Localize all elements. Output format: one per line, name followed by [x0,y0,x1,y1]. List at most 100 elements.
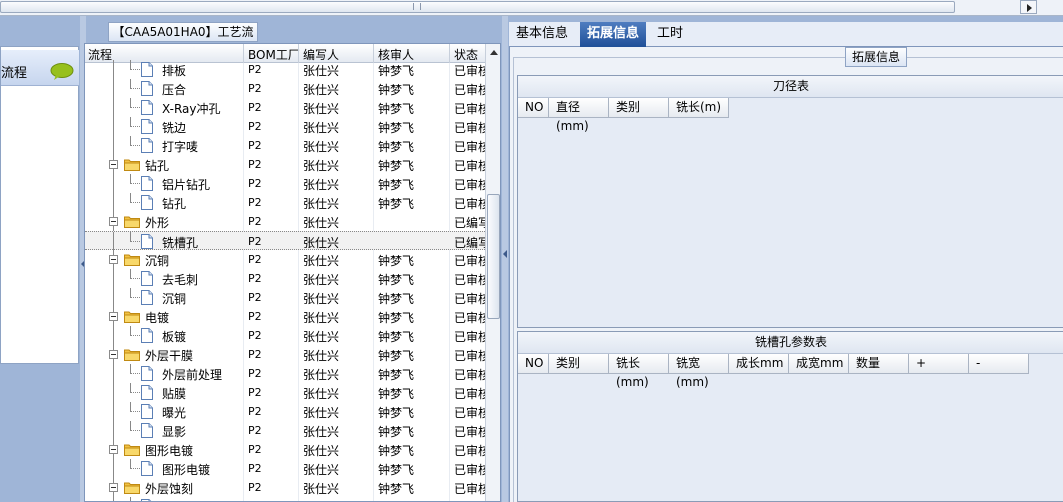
file-icon [141,234,153,249]
bom-factory-cell: P2 [248,235,262,248]
expander-minus-icon[interactable] [109,445,118,454]
reviewer-cell: 钟梦飞 [378,64,415,78]
writer-cell: 张仕兴 [303,330,340,344]
tree-node-label: 压合 [162,83,187,97]
slot-col-category[interactable]: 类别 [549,354,609,374]
tree-row[interactable]: 电镀 P2 张仕兴 钟梦飞 已审核 [85,307,485,326]
tool-diameter-table: 刀径表 NO 直径(mm) 类别 铣长(m) [517,75,1063,328]
tool-col-diameter[interactable]: 直径(mm) [549,98,609,133]
slot-col-final-width[interactable]: 成宽mm [789,354,849,374]
tree-row[interactable]: 板镀 P2 张仕兴 钟梦飞 已审核 [85,326,485,345]
collapse-arrow-icon[interactable] [503,250,507,258]
bom-factory-cell: P2 [248,196,262,209]
top-scrollbar[interactable] [0,0,1063,16]
tree-scrollbar-thumb[interactable] [487,194,500,319]
tool-col-length[interactable]: 铣长(m) [669,98,729,118]
tree-row[interactable]: 排板 P2 张仕兴 钟梦飞 已审核 [85,60,485,79]
tool-col-no[interactable]: NO [518,98,549,118]
status-cell: 已审核 [454,197,485,211]
expander-minus-icon[interactable] [109,217,118,226]
tab-extended-info[interactable]: 拓展信息 [580,22,647,47]
reviewer-cell: 钟梦飞 [378,83,415,97]
writer-cell: 张仕兴 [303,254,340,268]
slot-col-quantity[interactable]: 数量 [849,354,909,374]
tree-row[interactable]: 钻孔 P2 张仕兴 钟梦飞 已审核 [85,155,485,174]
tree-node-label: X-Ray冲孔 [162,102,221,116]
file-icon [141,100,153,115]
reviewer-cell: 钟梦飞 [378,349,415,363]
scroll-up-icon[interactable] [490,50,498,55]
tree-node-label: 排板 [162,64,187,78]
writer-cell: 张仕兴 [303,197,340,211]
writer-cell: 张仕兴 [303,236,340,250]
tree-row[interactable]: 钻孔 P2 张仕兴 钟梦飞 已审核 [85,193,485,212]
tree-node-label: 电镀 [145,311,170,325]
tree-scrollbar[interactable] [485,44,500,501]
tool-col-category[interactable]: 类别 [609,98,669,118]
tree-row[interactable]: 沉铜 P2 张仕兴 钟梦飞 已审核 [85,288,485,307]
slot-col-final-length[interactable]: 成长mm [729,354,789,374]
tree-row[interactable]: 退膜P2张仕兴钟梦飞已审核 [85,497,485,501]
tree-row[interactable]: 铝片钻孔 P2 张仕兴 钟梦飞 已审核 [85,174,485,193]
slot-col-width[interactable]: 铣宽(mm) [669,354,729,389]
expander-minus-icon[interactable] [109,312,118,321]
tree-row[interactable]: 外形 P2 张仕兴 已编写 [85,212,485,231]
left-nav-item-flow[interactable]: 流程 [1,50,79,86]
status-cell: 已审核 [454,368,485,382]
tree-row[interactable]: 图形电镀 P2 张仕兴 钟梦飞 已审核 [85,440,485,459]
status-cell: 已编写 [454,216,485,230]
status-cell: 已审核 [454,83,485,97]
file-icon [141,385,153,400]
slot-add-button[interactable]: + [909,354,969,374]
tree-node-label: 外形 [145,216,170,230]
reviewer-cell: 钟梦飞 [378,140,415,154]
expander-minus-icon[interactable] [109,255,118,264]
scroll-right-icon[interactable] [1020,0,1037,14]
tree-row[interactable]: 贴膜 P2 张仕兴 钟梦飞 已审核 [85,383,485,402]
middle-splitter[interactable] [502,16,508,502]
file-icon [141,119,153,134]
tree-row[interactable]: 去毛刺 P2 张仕兴 钟梦飞 已审核 [85,269,485,288]
file-icon [141,62,153,77]
expander-minus-icon[interactable] [109,483,118,492]
reviewer-cell: 钟梦飞 [378,444,415,458]
writer-cell: 张仕兴 [303,83,340,97]
slot-col-length[interactable]: 铣长(mm) [609,354,669,389]
top-scrollbar-thumb[interactable] [0,1,955,13]
bom-factory-cell: P2 [248,120,262,133]
reviewer-cell: 钟梦飞 [378,102,415,116]
tab-basic-info[interactable]: 基本信息 [509,22,575,47]
tree-row[interactable]: 铣边 P2 张仕兴 钟梦飞 已审核 [85,117,485,136]
bom-factory-cell: P2 [248,101,262,114]
writer-cell: 张仕兴 [303,482,340,496]
writer-cell: 张仕兴 [303,311,340,325]
tree-row[interactable]: 外层干膜 P2 张仕兴 钟梦飞 已审核 [85,345,485,364]
tree-row[interactable]: 外层前处理 P2 张仕兴 钟梦飞 已审核 [85,364,485,383]
tree-row[interactable]: 显影 P2 张仕兴 钟梦飞 已审核 [85,421,485,440]
tree-row[interactable]: 沉铜 P2 张仕兴 钟梦飞 已审核 [85,250,485,269]
left-nav-panel: 流程 [0,46,79,364]
tab-work-hours[interactable]: 工时 [650,22,690,47]
tree-row[interactable]: 曝光 P2 张仕兴 钟梦飞 已审核 [85,402,485,421]
slot-remove-button[interactable]: - [969,354,1029,374]
bom-factory-cell: P2 [248,253,262,266]
tree-node-label: 图形电镀 [145,444,194,458]
tree-row[interactable]: X-Ray冲孔 P2 张仕兴 钟梦飞 已审核 [85,98,485,117]
expander-minus-icon[interactable] [109,350,118,359]
slot-params-table: 铣槽孔参数表 NO 类别 铣长(mm) 铣宽(mm) 成长mm 成宽mm 数量 … [517,331,1063,502]
reviewer-cell: 钟梦飞 [378,368,415,382]
file-icon [141,366,153,381]
tree-row[interactable]: 压合 P2 张仕兴 钟梦飞 已审核 [85,79,485,98]
tree-node-label: 钻孔 [145,159,170,173]
tree-row[interactable]: 外层蚀刻 P2 张仕兴 钟梦飞 已审核 [85,478,485,497]
tree-node-label: 外层干膜 [145,349,194,363]
tree-row[interactable]: 图形电镀 P2 张仕兴 钟梦飞 已审核 [85,459,485,478]
tree-row[interactable]: 打字唛 P2 张仕兴 钟梦飞 已审核 [85,136,485,155]
expander-minus-icon[interactable] [109,160,118,169]
writer-cell: 张仕兴 [303,406,340,420]
file-icon [141,404,153,419]
tree-row[interactable]: 铣槽孔 P2 张仕兴 已编写 [85,231,485,251]
slot-col-no[interactable]: NO [518,354,549,374]
reviewer-cell: 钟梦飞 [378,254,415,268]
folder-icon [124,349,140,361]
